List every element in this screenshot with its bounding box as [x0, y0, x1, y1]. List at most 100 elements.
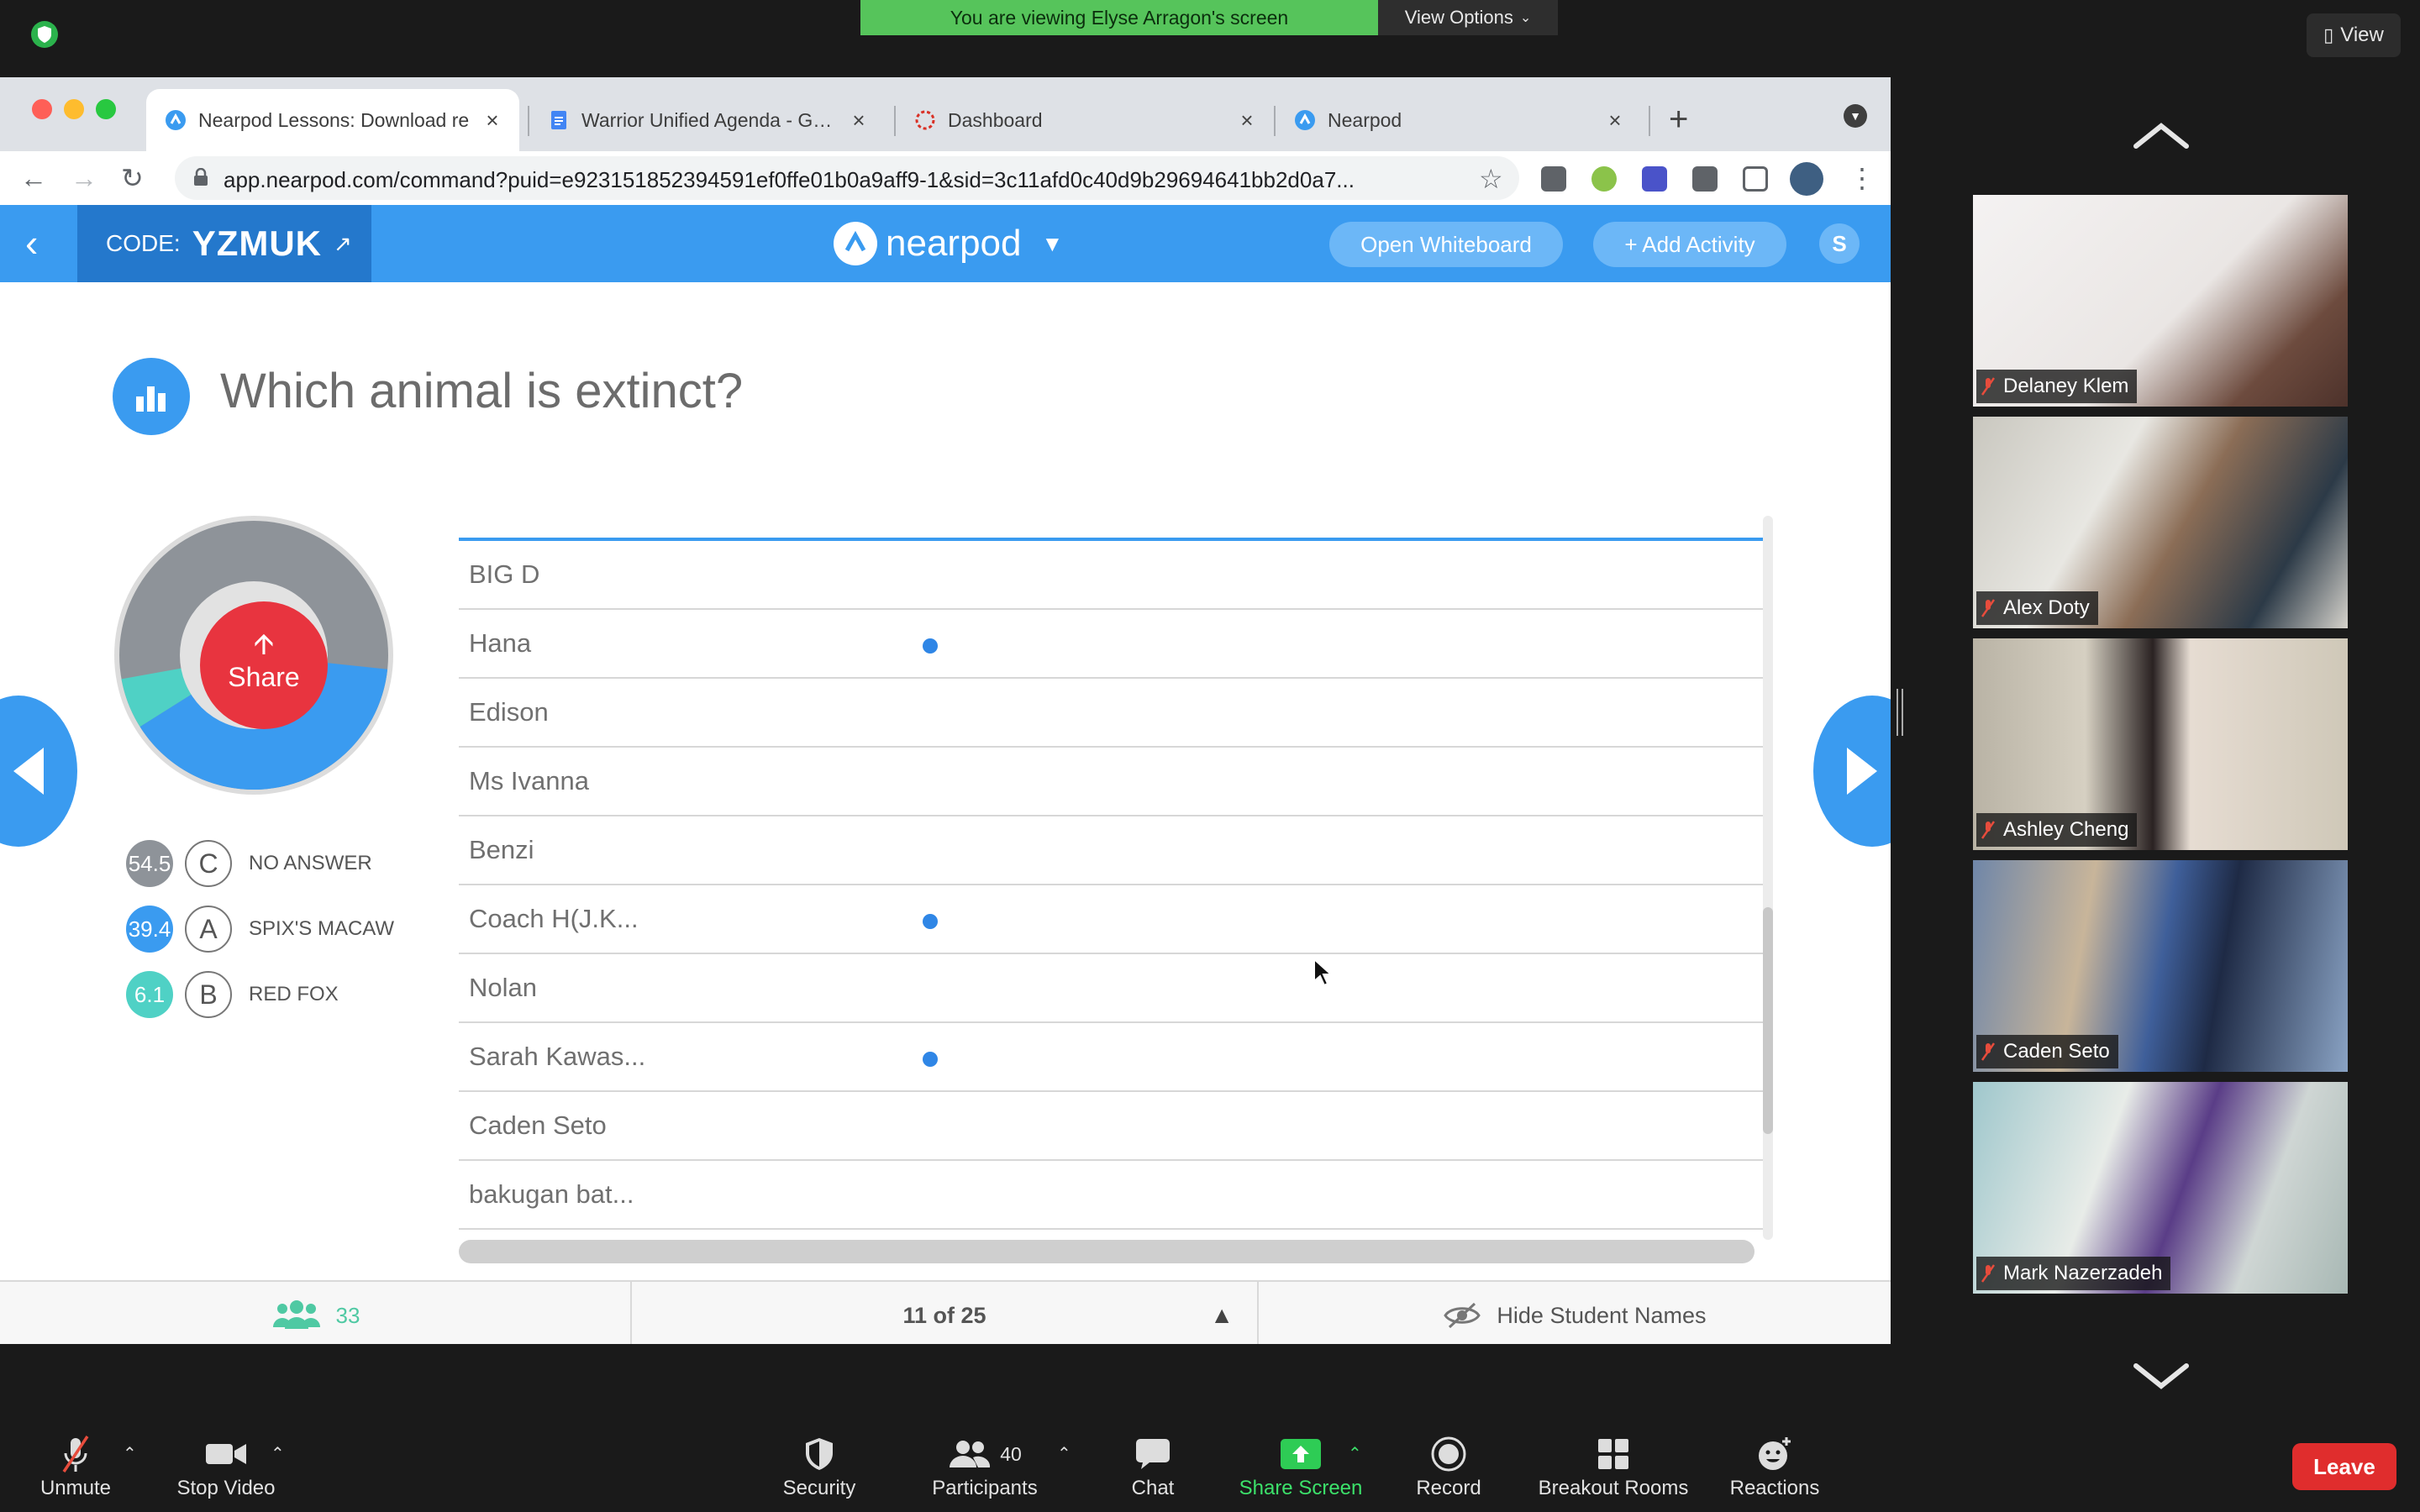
tab-title: Warrior Unified Agenda - Goog [581, 108, 839, 131]
scroll-down-chevron-icon[interactable] [2131, 1359, 2191, 1393]
bookmark-star-icon[interactable]: ☆ [1479, 163, 1503, 195]
participant-name: Mark Nazerzadeh [2003, 1262, 2163, 1284]
menu-kebab-icon[interactable]: ⋮ [1849, 163, 1876, 193]
tab-divider [1649, 106, 1650, 136]
student-name: Benzi [469, 835, 534, 864]
student-row[interactable]: Ms Ivanna [459, 748, 1766, 816]
caret-down-icon: ▼ [1041, 230, 1064, 256]
student-row[interactable]: Nolan [459, 954, 1766, 1023]
profile-avatar[interactable] [1790, 162, 1823, 196]
result-row: 39.4 A SPIX'S MACAW [126, 904, 394, 954]
breakout-rooms-button[interactable]: Breakout Rooms [1531, 1431, 1696, 1512]
student-row[interactable]: BIG D [459, 541, 1766, 610]
share-options-caret-icon[interactable]: ⌃ [1348, 1443, 1362, 1464]
poll-bar-chart-icon [113, 358, 190, 435]
participant-video[interactable]: Caden Seto [1973, 860, 2348, 1072]
muted-mic-icon [62, 1436, 89, 1473]
participants-options-caret-icon[interactable]: ⌃ [1057, 1443, 1071, 1464]
reactions-button[interactable]: Reactions [1726, 1431, 1823, 1512]
students-group-icon [272, 1300, 320, 1329]
leave-meeting-button[interactable]: Leave [2292, 1443, 2396, 1490]
add-activity-button[interactable]: + Add Activity [1593, 222, 1786, 267]
muted-mic-icon [1981, 599, 1995, 617]
chat-button[interactable]: Chat [1111, 1431, 1195, 1512]
scroll-up-chevron-icon[interactable] [2131, 119, 2191, 153]
stop-video-button[interactable]: Stop Video [171, 1431, 281, 1512]
new-tab-plus-icon[interactable]: + [1669, 102, 1688, 136]
horizontal-scrollbar[interactable] [459, 1240, 1754, 1263]
extension-refresh-icon[interactable] [1591, 166, 1617, 192]
unmute-button[interactable]: Unmute [34, 1431, 118, 1512]
maximize-window-button[interactable] [96, 99, 116, 119]
participant-video[interactable]: Alex Doty [1973, 417, 2348, 628]
result-row: 6.1 B RED FOX [126, 969, 339, 1020]
extensions-puzzle-icon[interactable] [1692, 166, 1718, 192]
stop-video-label: Stop Video [176, 1477, 276, 1499]
participant-video[interactable]: Mark Nazerzadeh [1973, 1082, 2348, 1294]
participant-video[interactable]: Ashley Cheng [1973, 638, 2348, 850]
student-count-button[interactable]: 33 [0, 1282, 630, 1344]
student-row[interactable]: Sarah Kawas... [459, 1023, 1766, 1092]
close-tab-icon[interactable]: × [1239, 108, 1255, 134]
student-row[interactable]: Coach H(J.K... [459, 885, 1766, 954]
student-row[interactable]: Edison [459, 679, 1766, 748]
split-drag-handle[interactable] [1897, 689, 1903, 736]
student-row[interactable]: Hana [459, 610, 1766, 679]
video-options-caret-icon[interactable]: ⌃ [271, 1443, 285, 1464]
tab-dashboard[interactable]: Dashboard × [896, 89, 1274, 151]
tab-nearpod-lessons[interactable]: Nearpod Lessons: Download re × [146, 89, 519, 151]
close-tab-icon[interactable]: × [850, 108, 867, 134]
back-arrow-icon[interactable]: ← [20, 163, 47, 193]
security-button[interactable]: Security [773, 1431, 865, 1512]
participants-button[interactable]: 40 Participants [918, 1431, 1052, 1512]
upload-arrow-icon: 🡩 [253, 628, 275, 660]
audio-options-caret-icon[interactable]: ⌃ [123, 1443, 137, 1464]
student-response-list[interactable]: BIG D Hana Edison Ms Ivanna Benzi Coach H(J.K… [459, 516, 1766, 1243]
next-slide-button[interactable] [1813, 696, 1891, 847]
participant-name-tag: Ashley Cheng [1976, 813, 2138, 847]
close-window-button[interactable] [32, 99, 52, 119]
scrollbar-thumb[interactable] [1763, 907, 1773, 1134]
back-chevron-icon[interactable]: ‹ [25, 223, 38, 262]
student-row[interactable]: Caden Seto [459, 1092, 1766, 1161]
triangle-up-icon[interactable]: ▲ [1210, 1302, 1234, 1329]
share-code-icon[interactable]: ↗ [334, 231, 352, 257]
muted-mic-icon [1981, 377, 1995, 396]
participant-video[interactable]: Delaney Klem [1973, 195, 2348, 407]
record-button[interactable]: Record [1407, 1431, 1491, 1512]
cast-icon[interactable] [1743, 166, 1768, 192]
result-letter: A [185, 906, 232, 953]
student-row[interactable]: Benzi [459, 816, 1766, 885]
extension-b-icon[interactable] [1642, 166, 1667, 192]
eye-slash-icon [1444, 1302, 1481, 1329]
reload-icon[interactable]: ↻ [121, 163, 144, 193]
participants-icon [950, 1441, 991, 1467]
slide-counter[interactable]: 11 of 25 ▲ [632, 1282, 1257, 1344]
tab-warrior-agenda[interactable]: Warrior Unified Agenda - Goog × [529, 89, 886, 151]
share-results-button[interactable]: 🡩 Share [200, 601, 328, 729]
sharing-avatar[interactable]: S [1819, 223, 1860, 264]
previous-slide-button[interactable] [0, 696, 77, 847]
close-tab-icon[interactable]: × [484, 108, 501, 134]
view-options-button[interactable]: View Options ⌄ [1378, 0, 1558, 35]
result-answer: NO ANSWER [249, 852, 372, 874]
minimize-window-button[interactable] [64, 99, 84, 119]
student-row[interactable]: bakugan bat... [459, 1161, 1766, 1230]
view-button[interactable]: ▯ View [2307, 13, 2401, 57]
student-name: Edison [469, 697, 549, 727]
hide-student-names-button[interactable]: Hide Student Names [1259, 1282, 1891, 1344]
tab-search-chevron-icon[interactable]: ▼ [1844, 104, 1867, 128]
vertical-scrollbar[interactable] [1763, 516, 1773, 1240]
address-bar[interactable]: app.nearpod.com/command?puid=e9231518523… [175, 156, 1519, 200]
close-tab-icon[interactable]: × [1607, 108, 1623, 134]
class-code-box[interactable]: CODE: YZMUK ↗ [77, 205, 371, 282]
student-name: BIG D [469, 559, 540, 589]
forward-arrow-icon[interactable]: → [71, 163, 97, 193]
dashboard-icon [915, 110, 935, 130]
security-label: Security [782, 1477, 856, 1499]
tab-nearpod[interactable]: Nearpod × [1276, 89, 1642, 151]
open-whiteboard-button[interactable]: Open Whiteboard [1329, 222, 1563, 267]
nearpod-logo[interactable]: nearpod ▼ [834, 222, 1063, 265]
nearpod-footer: 33 11 of 25 ▲ Hide Student Names [0, 1280, 1891, 1344]
extension-play-icon[interactable] [1541, 166, 1566, 192]
